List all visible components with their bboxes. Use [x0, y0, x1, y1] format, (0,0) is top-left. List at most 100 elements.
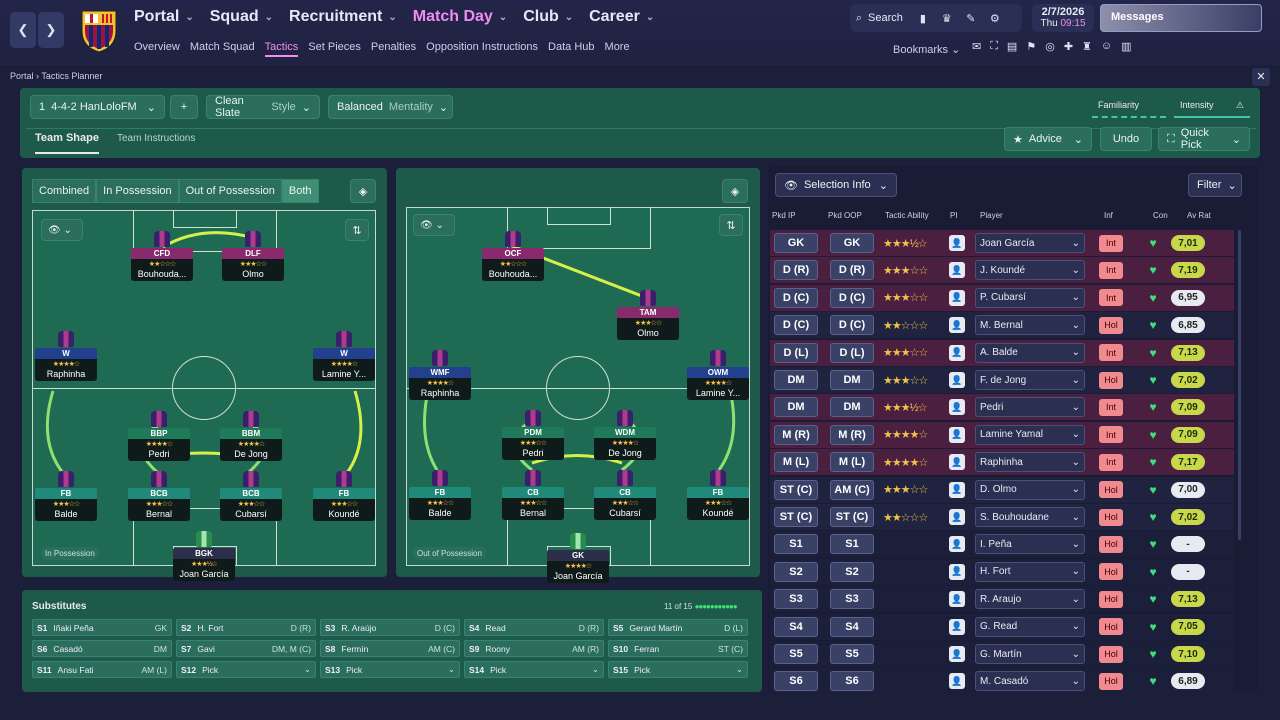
header-pi[interactable]: PI: [950, 211, 958, 220]
player-select[interactable]: I. Peña ⌄: [975, 534, 1085, 555]
out-player-9[interactable]: CB ★★★☆☆ Cubarsí: [594, 470, 656, 520]
header-inf[interactable]: Inf: [1104, 211, 1113, 220]
in-player-5[interactable]: BBP ★★★★☆ Pedri: [128, 411, 190, 461]
player-instructions-icon[interactable]: 👤: [949, 591, 965, 608]
pitch-settings-icon[interactable]: ⇅: [345, 219, 369, 241]
player-instructions-icon[interactable]: 👤: [949, 289, 965, 306]
table-row[interactable]: D (C) D (C) ★★☆☆☆ 👤 M. Bernal ⌄ Hol ♥ 6,8…: [770, 312, 1234, 339]
filter-dropdown[interactable]: Filter ⌄: [1188, 173, 1242, 197]
table-row[interactable]: S2 S2 👤 H. Fort ⌄ Hol ♥ -: [770, 558, 1234, 585]
close-icon[interactable]: ✕: [1252, 68, 1270, 86]
table-row[interactable]: DM DM ★★★☆☆ 👤 F. de Jong ⌄ Hol ♥ 7,02: [770, 367, 1234, 393]
messages-button[interactable]: Messages: [1100, 4, 1262, 32]
subnav-more[interactable]: More: [605, 41, 630, 57]
substitute-slot[interactable]: S1 Iñaki Peña GK: [32, 619, 172, 636]
breadcrumb-root[interactable]: Portal: [10, 71, 34, 81]
visibility-dropdown-out[interactable]: 👁 ⌄: [413, 214, 455, 236]
player-select[interactable]: Lamine Yamal ⌄: [975, 424, 1085, 445]
substitute-slot[interactable]: S10 Ferran ST (C): [608, 640, 748, 657]
settings-gear-icon[interactable]: ⚙: [983, 6, 1007, 30]
substitute-slot[interactable]: S9 Roony AM (R): [464, 640, 604, 657]
pkd-ip-badge[interactable]: S5: [774, 644, 818, 664]
nav-portal[interactable]: Portal: [134, 8, 179, 26]
club-crest-icon[interactable]: [78, 7, 120, 53]
visibility-dropdown[interactable]: 👁 ⌄: [41, 219, 83, 241]
pkd-ip-badge[interactable]: D (C): [774, 287, 818, 308]
substitute-slot[interactable]: S11 Ansu Fati AM (L): [32, 661, 172, 678]
player-instructions-icon[interactable]: 👤: [949, 673, 965, 690]
header-con[interactable]: Con: [1153, 211, 1168, 220]
staff-icon[interactable]: ☺: [1101, 40, 1112, 53]
pkd-ip-badge[interactable]: D (L): [774, 342, 818, 363]
pkd-oop-badge[interactable]: D (C): [830, 315, 874, 336]
pkd-oop-badge[interactable]: DM: [830, 397, 874, 418]
header-player[interactable]: Player: [980, 211, 1003, 220]
subnav-penalties[interactable]: Penalties: [371, 41, 416, 57]
pkd-oop-badge[interactable]: S6: [830, 671, 874, 692]
search-icon[interactable]: ⌕: [850, 6, 868, 30]
in-player-1[interactable]: CFD ★★☆☆☆ Bouhouda...: [131, 231, 193, 281]
in-player-3[interactable]: W ★★★★☆ Raphinha: [35, 331, 97, 381]
pkd-ip-badge[interactable]: D (C): [774, 315, 818, 336]
forward-button[interactable]: ❯: [38, 12, 64, 48]
player-instructions-icon[interactable]: 👤: [949, 536, 965, 553]
selection-info-dropdown[interactable]: 👁 Selection Info ⌄: [775, 173, 897, 197]
player-instructions-icon[interactable]: 👤: [949, 509, 965, 525]
header-pkd-ip[interactable]: Pkd IP: [772, 211, 796, 220]
table-row[interactable]: D (C) D (C) ★★★☆☆ 👤 P. Cubarsí ⌄ Int ♥ 6,…: [770, 284, 1234, 311]
substitute-slot[interactable]: S6 Casadó DM: [32, 640, 172, 657]
pkd-ip-badge[interactable]: ST (C): [774, 479, 818, 500]
substitute-slot[interactable]: S13 Pick ⌄: [320, 661, 460, 678]
subnav-overview[interactable]: Overview: [134, 41, 180, 57]
out-player-4[interactable]: OWM ★★★★☆ Lamine Y...: [687, 350, 749, 400]
shirt-icon[interactable]: ⛶: [990, 40, 998, 53]
add-tactic-button[interactable]: +: [170, 95, 198, 119]
pkd-ip-badge[interactable]: S6: [774, 671, 818, 692]
pitch-view-button[interactable]: ◈: [350, 179, 376, 203]
nav-career[interactable]: Career: [589, 8, 640, 26]
table-row[interactable]: S5 S5 👤 G. Martín ⌄ Hol ♥ 7,10: [770, 641, 1234, 667]
out-player-3[interactable]: WMF ★★★★☆ Raphinha: [409, 350, 471, 400]
pkd-ip-badge[interactable]: DM: [774, 370, 818, 390]
pitch-out-settings-icon[interactable]: ⇅: [719, 214, 743, 236]
pkd-oop-badge[interactable]: M (R): [830, 424, 874, 445]
training-icon[interactable]: ⚑: [1026, 40, 1036, 53]
player-select[interactable]: D. Olmo ⌄: [975, 479, 1085, 500]
player-instructions-icon[interactable]: 👤: [949, 646, 965, 662]
search-button[interactable]: Search: [868, 12, 903, 24]
pkd-oop-badge[interactable]: M (L): [830, 452, 874, 473]
table-row[interactable]: D (L) D (L) ★★★☆☆ 👤 A. Balde ⌄ Int ♥ 7,13: [770, 339, 1234, 366]
pkd-ip-badge[interactable]: M (R): [774, 424, 818, 445]
pkd-oop-badge[interactable]: DM: [830, 370, 874, 390]
pkd-ip-badge[interactable]: GK: [774, 233, 818, 253]
player-select[interactable]: Pedri ⌄: [975, 397, 1085, 418]
table-row[interactable]: ST (C) ST (C) ★★☆☆☆ 👤 S. Bouhoudane ⌄ Hol…: [770, 504, 1234, 530]
nav-match-day[interactable]: Match Day: [413, 8, 493, 26]
bookmarks-dropdown[interactable]: Bookmarks ⌄: [893, 43, 960, 56]
table-row[interactable]: S3 S3 👤 R. Araujo ⌄ Hol ♥ 7,13: [770, 586, 1234, 613]
subnav-set-pieces[interactable]: Set Pieces: [308, 41, 361, 57]
out-player-8[interactable]: CB ★★★☆☆ Bernal: [502, 470, 564, 520]
subnav-data-hub[interactable]: Data Hub: [548, 41, 594, 57]
pkd-oop-badge[interactable]: GK: [830, 233, 874, 253]
pkd-oop-badge[interactable]: D (R): [830, 260, 874, 281]
familiarity-meter[interactable]: Familiarity: [1092, 96, 1166, 118]
trophy-icon[interactable]: ♛: [935, 6, 959, 30]
nav-squad[interactable]: Squad: [210, 8, 259, 26]
table-row[interactable]: M (R) M (R) ★★★★☆ 👤 Lamine Yamal ⌄ Int ♥ …: [770, 421, 1234, 448]
scout-icon[interactable]: ◎: [1045, 40, 1055, 53]
player-select[interactable]: F. de Jong ⌄: [975, 370, 1085, 390]
player-select[interactable]: S. Bouhoudane ⌄: [975, 507, 1085, 527]
table-scrollbar[interactable]: [1238, 230, 1241, 540]
subnav-match-squad[interactable]: Match Squad: [190, 41, 255, 57]
cup-icon[interactable]: ♜: [1082, 40, 1092, 53]
substitute-slot[interactable]: S7 Gavi DM, M (C): [176, 640, 316, 657]
in-player-9[interactable]: BCB ★★★☆☆ Cubarsí: [220, 471, 282, 521]
player-instructions-icon[interactable]: 👤: [949, 618, 965, 635]
table-row[interactable]: D (R) D (R) ★★★☆☆ 👤 J. Koundé ⌄ Int ♥ 7,1…: [770, 257, 1234, 284]
bookmark-icon[interactable]: ▮: [911, 6, 935, 30]
tab-team-instructions[interactable]: Team Instructions: [117, 133, 195, 144]
player-instructions-icon[interactable]: 👤: [949, 399, 965, 416]
player-select[interactable]: A. Balde ⌄: [975, 342, 1085, 363]
player-instructions-icon[interactable]: 👤: [949, 344, 965, 361]
